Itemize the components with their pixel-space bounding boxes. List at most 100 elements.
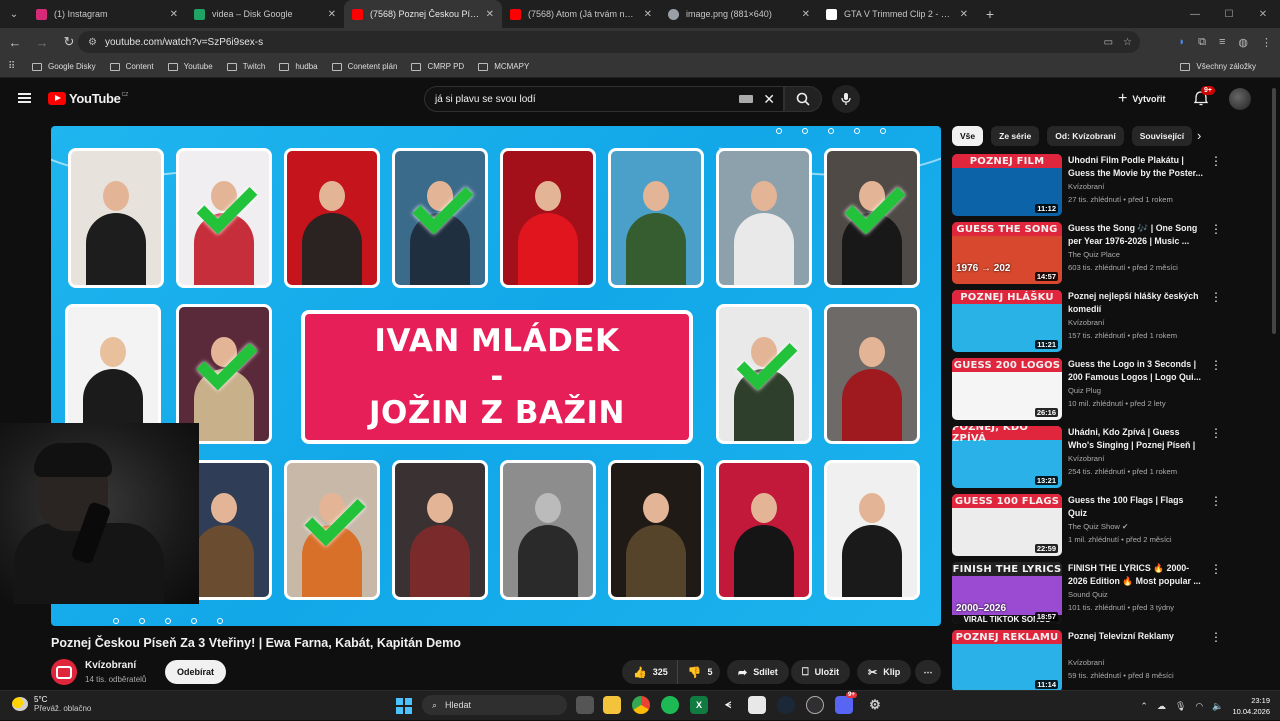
recommendation-channel[interactable]: Sound Quiz [1068, 590, 1108, 599]
puzzle-icon[interactable]: ⧉ [1198, 36, 1206, 49]
browser-tab-active[interactable]: (7568) Poznej Českou Píseň Za 3 ✕ [344, 0, 502, 28]
more-options-icon[interactable]: ⋮ [1210, 494, 1222, 508]
bookmark-folder[interactable]: MCMAPY [478, 62, 529, 71]
recommendation-item[interactable]: GUESS THE SONG 1976 → 202 14:57 Guess the S… [952, 222, 1264, 286]
bookmark-folder[interactable]: Conetent plán [331, 62, 397, 71]
close-icon[interactable]: ✕ [644, 9, 652, 20]
recommendation-item[interactable]: FINISH THE LYRICS 2000–2026 VIRAL TIKTOK S… [952, 562, 1264, 626]
page-scrollbar[interactable] [1272, 88, 1276, 334]
more-actions-button[interactable]: ⋯ [915, 660, 941, 684]
keyboard-icon[interactable] [739, 95, 753, 103]
cloud-icon[interactable]: ☁ [1157, 701, 1166, 712]
wifi-icon[interactable]: ◠ [1195, 701, 1203, 712]
video-thumbnail[interactable]: POZNEJ REKLAMU 11:14 [952, 630, 1062, 692]
bookmark-star-icon[interactable]: ☆ [1123, 37, 1132, 48]
recommendation-item[interactable]: POZNEJ REKLAMU 11:14 Poznej Televizní Rekl… [952, 630, 1264, 694]
bookmark-folder[interactable]: Twitch [226, 62, 265, 71]
close-icon[interactable]: ✕ [170, 9, 178, 20]
menu-dots-icon[interactable]: ⋮ [1261, 36, 1272, 49]
like-button[interactable]: 👍 325 [622, 660, 678, 684]
recommendation-channel[interactable]: Kvízobraní [1068, 454, 1104, 463]
more-options-icon[interactable]: ⋮ [1210, 290, 1222, 304]
bookmark-folder[interactable]: Google Disky [32, 62, 96, 71]
file-explorer-icon[interactable] [603, 696, 621, 714]
clear-search-icon[interactable]: ✕ [763, 91, 775, 108]
bookmark-folder[interactable]: hudba [279, 62, 318, 71]
browser-tab[interactable]: (7568) Atom (Já trvám na tom h ✕ [502, 0, 660, 28]
share-button[interactable]: ➦ Sdílet [727, 660, 789, 684]
chip-series[interactable]: Ze série [991, 126, 1040, 146]
save-button[interactable]: ⎕ Uložit [791, 660, 851, 684]
tab-search-icon[interactable]: ⌄ [0, 0, 28, 28]
browser-tab[interactable]: videa – Disk Google ✕ [186, 0, 344, 28]
browser-tab[interactable]: GTA V Trimmed Clip 2 - Clipper ✕ [818, 0, 976, 28]
video-thumbnail[interactable]: POZNEJ HLÁŠKU 11:21 [952, 290, 1062, 352]
site-info-icon[interactable]: ⚙ [88, 37, 97, 48]
reading-list-icon[interactable]: ≡ [1219, 36, 1225, 48]
create-button[interactable]: + Vytvořit [1118, 88, 1166, 110]
more-options-icon[interactable]: ⋮ [1210, 154, 1222, 168]
recommendation-title[interactable]: FINISH THE LYRICS 🔥 2000-2026 Edition 🔥 … [1068, 562, 1204, 587]
taskbar-search[interactable]: ⌕ Hledat [422, 695, 567, 715]
clip-button[interactable]: ✂ Klip [857, 660, 912, 684]
account-avatar[interactable] [1229, 88, 1251, 110]
chrome-icon[interactable] [632, 696, 650, 714]
close-window-icon[interactable]: ✕ [1246, 0, 1280, 28]
recommendation-item[interactable]: POZNEJ FILM 11:12 Uhodni Film Podle Plakát… [952, 154, 1264, 218]
recommendation-item[interactable]: GUESS 100 FLAGS 22:59 Guess the 100 Flags … [952, 494, 1264, 558]
recommendation-channel[interactable]: Kvízobraní [1068, 318, 1104, 327]
more-options-icon[interactable]: ⋮ [1210, 562, 1222, 576]
app-icon[interactable]: ᗕ [719, 696, 737, 714]
video-thumbnail[interactable]: POZNEJ, KDO ZPÍVÁ 13:21 [952, 426, 1062, 488]
bookmark-folder[interactable]: CMRP PD [411, 62, 464, 71]
video-thumbnail[interactable]: POZNEJ FILM 11:12 [952, 154, 1062, 216]
chip-from-channel[interactable]: Od: Kvízobraní [1047, 126, 1124, 146]
settings-icon[interactable]: ⚙ [866, 696, 884, 714]
close-icon[interactable]: ✕ [802, 9, 810, 20]
more-options-icon[interactable]: ⋮ [1210, 630, 1222, 644]
dislike-button[interactable]: 👎 5 [678, 666, 723, 679]
forward-arrow-icon[interactable]: → [30, 30, 54, 54]
chevron-right-icon[interactable]: › [1197, 128, 1201, 143]
recommendation-title[interactable]: Poznej nejlepší hlášky českých komedií [1068, 290, 1204, 315]
new-tab-button[interactable]: + [976, 0, 1004, 28]
recommendation-channel[interactable]: The Quiz Place [1068, 250, 1120, 259]
video-thumbnail[interactable]: GUESS 100 FLAGS 22:59 [952, 494, 1062, 556]
maximize-icon[interactable]: ☐ [1212, 0, 1246, 28]
chip-all[interactable]: Vše [952, 126, 984, 146]
obs-icon[interactable] [806, 696, 824, 714]
recommendation-channel[interactable]: Quiz Plug [1068, 386, 1101, 395]
windows-start-icon[interactable] [396, 698, 412, 714]
apps-grid-icon[interactable]: ⠿ [8, 61, 22, 72]
notepad-icon[interactable] [748, 696, 766, 714]
weather-widget[interactable]: 5°C Převáž. oblačno [12, 695, 91, 713]
recommendation-item[interactable]: POZNEJ, KDO ZPÍVÁ 13:21 Uhádni, Kdo Zpívá … [952, 426, 1264, 490]
recommendation-item[interactable]: POZNEJ HLÁŠKU 11:21 Poznej nejlepší hlášky… [952, 290, 1264, 354]
search-button[interactable] [784, 86, 822, 112]
close-icon[interactable]: ✕ [486, 9, 494, 20]
chevron-up-icon[interactable]: ⌃ [1140, 701, 1148, 712]
cast-icon[interactable]: ▭ [1104, 37, 1113, 48]
more-options-icon[interactable]: ⋮ [1210, 426, 1222, 440]
more-options-icon[interactable]: ⋮ [1210, 222, 1222, 236]
mic-icon[interactable]: 🎙 [1175, 701, 1186, 712]
video-thumbnail[interactable]: GUESS THE SONG 1976 → 202 14:57 [952, 222, 1062, 284]
youtube-logo[interactable]: YouTube CZ [48, 91, 128, 106]
excel-icon[interactable]: X [690, 696, 708, 714]
steam-icon[interactable] [777, 696, 795, 714]
subscribe-button[interactable]: Odebírat [165, 660, 227, 684]
extension-icon[interactable]: ◗ [1178, 36, 1185, 48]
discord-icon[interactable] [835, 696, 853, 714]
back-arrow-icon[interactable]: ← [3, 30, 27, 54]
recommendation-title[interactable]: Guess the Song 🎶 | One Song per Year 197… [1068, 222, 1204, 247]
close-icon[interactable]: ✕ [960, 9, 968, 20]
recommendation-title[interactable]: Guess the Logo in 3 Seconds | 200 Famous… [1068, 358, 1204, 383]
profile-icon[interactable]: ◍ [1238, 36, 1248, 49]
channel-avatar[interactable] [51, 659, 77, 685]
recommendation-title[interactable]: Uhádni, Kdo Zpívá | Guess Who's Singing … [1068, 426, 1204, 452]
recommendation-item[interactable]: GUESS 200 LOGOS 26:16 Guess the Logo in 3 … [952, 358, 1264, 422]
hamburger-menu-icon[interactable] [18, 93, 31, 103]
address-bar[interactable]: ⚙ youtube.com/watch?v=SzP6i9sex-s ▭ ☆ [78, 31, 1140, 53]
all-bookmarks[interactable]: Všechny záložky [1180, 62, 1256, 71]
browser-tab[interactable]: (1) Instagram ✕ [28, 0, 186, 28]
